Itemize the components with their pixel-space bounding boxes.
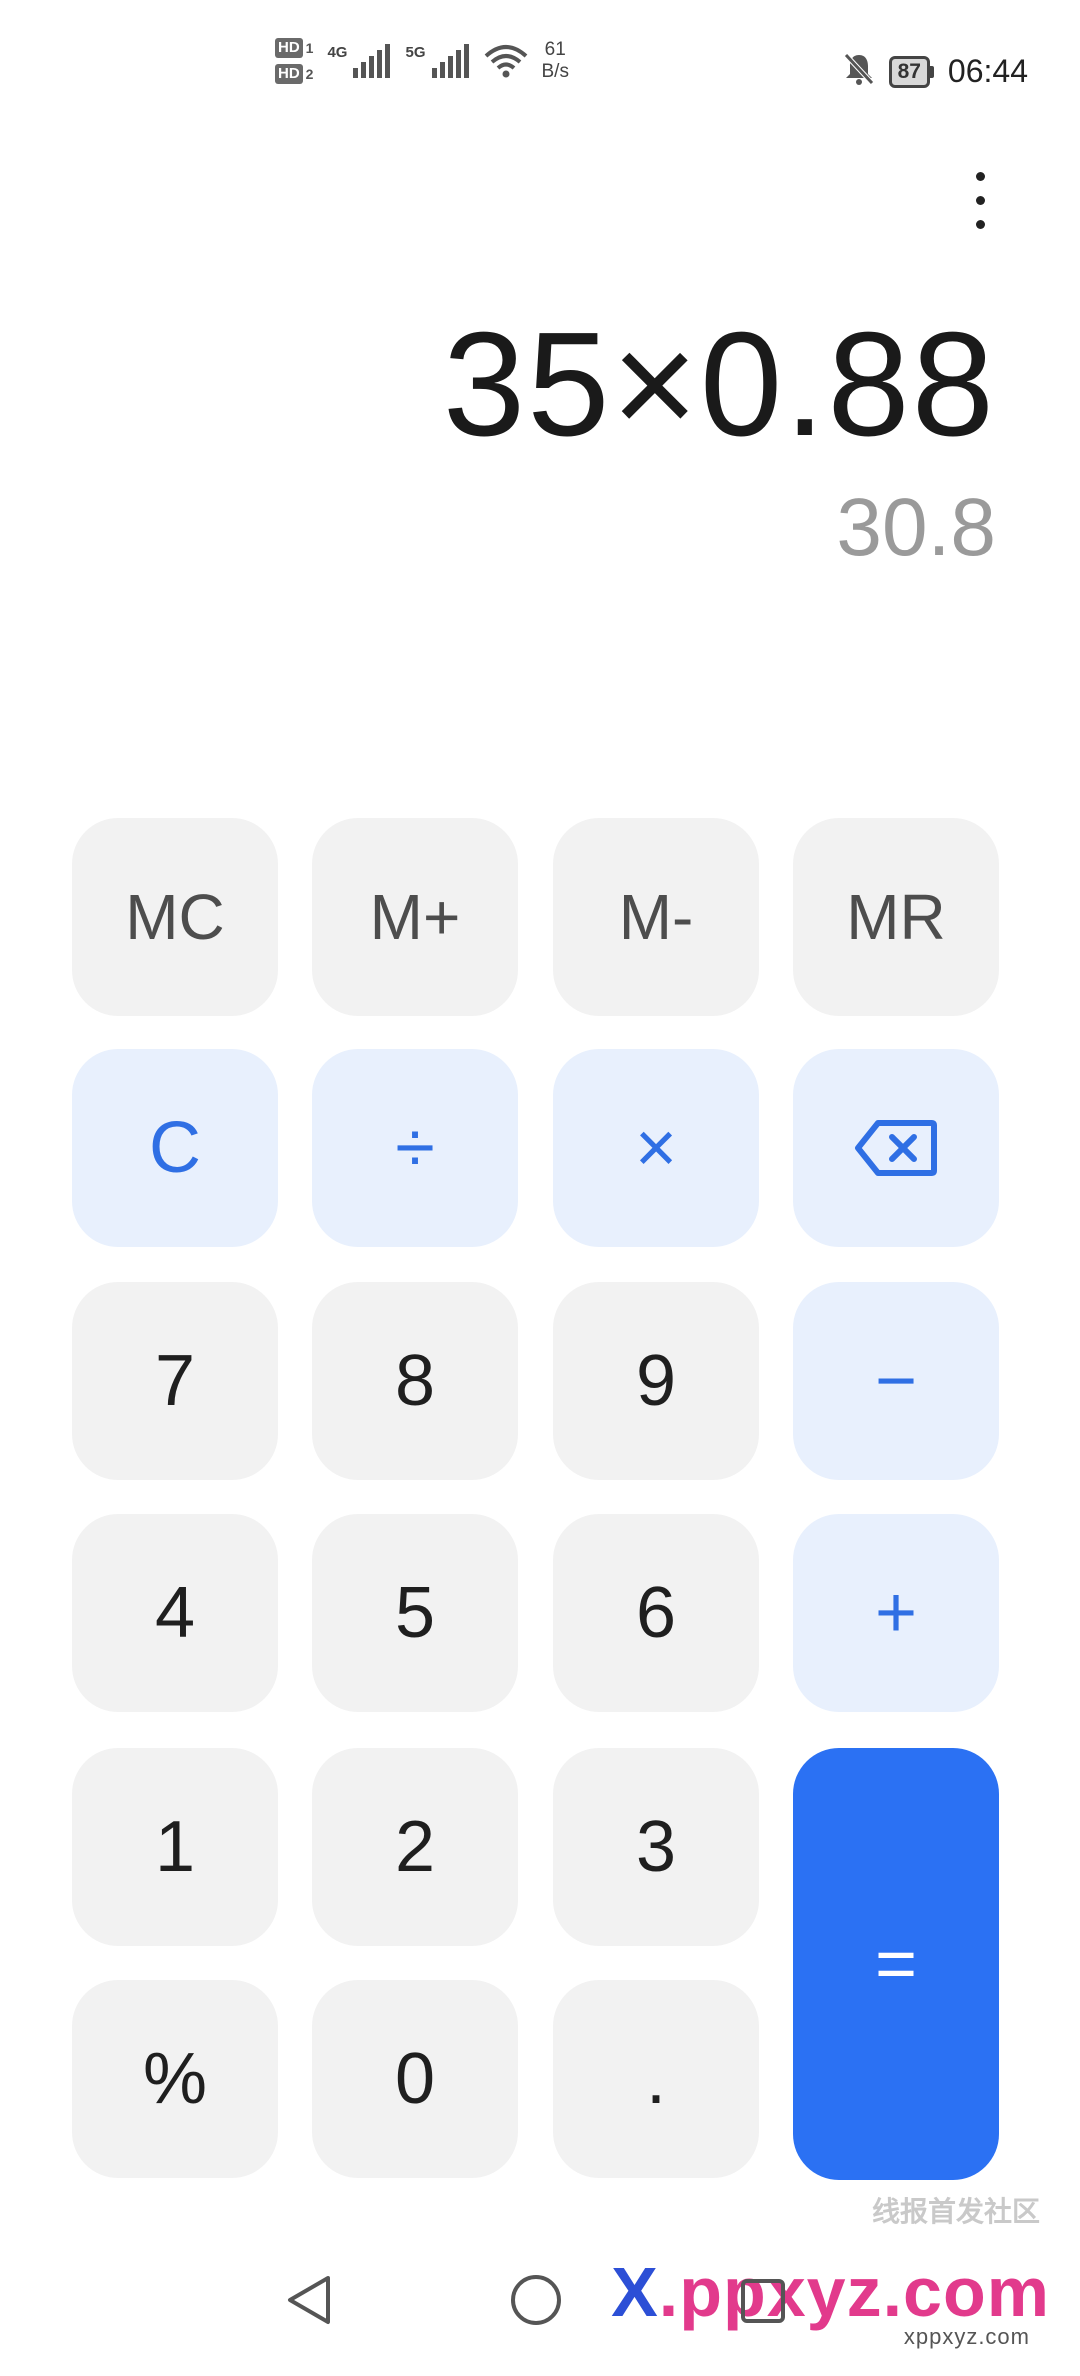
wifi-icon <box>484 44 528 78</box>
sim1-volte-badge: HD 1 <box>275 38 313 58</box>
digit-6-button[interactable]: 6 <box>553 1514 759 1712</box>
system-navigation-bar <box>0 2250 1080 2376</box>
status-time: 06:44 <box>947 53 1028 89</box>
home-icon[interactable] <box>508 2272 564 2333</box>
network-speed: 61 B/s <box>542 39 569 83</box>
network-type-2: 5G <box>405 44 426 61</box>
sim1-hd-label: HD <box>275 38 303 58</box>
recents-icon[interactable] <box>738 2276 788 2331</box>
sim2-hd-label: HD <box>275 64 303 84</box>
watermark-caption: 线报首发社区 <box>871 2196 1040 2227</box>
signal-icon <box>431 44 470 78</box>
status-bar: HD 1 HD 2 4G 5G 61 B/s 87 06:44 <box>0 0 1080 150</box>
backspace-icon <box>854 1119 938 1177</box>
network-type-1: 4G <box>327 44 348 61</box>
digit-9-button[interactable]: 9 <box>553 1282 759 1480</box>
sim2-index: 2 <box>305 66 314 82</box>
percent-button[interactable]: % <box>72 1980 278 2178</box>
more-vertical-icon-dot <box>975 195 985 205</box>
result-preview: 30.8 <box>836 482 996 573</box>
decimal-point-button[interactable]: . <box>553 1980 759 2178</box>
digit-4-button[interactable]: 4 <box>72 1514 278 1712</box>
volte-indicators: HD 1 HD 2 <box>275 38 313 84</box>
sim2-volte-badge: HD 2 <box>275 64 313 84</box>
clear-button[interactable]: C <box>72 1049 278 1247</box>
divide-button[interactable]: ÷ <box>312 1049 518 1247</box>
backspace-button[interactable] <box>793 1049 999 1247</box>
digit-5-button[interactable]: 5 <box>312 1514 518 1712</box>
memory-clear-button[interactable]: MC <box>72 818 278 1016</box>
battery-tip <box>929 65 934 78</box>
expression-display: 35×0.88 <box>442 302 996 467</box>
bell-off-icon <box>843 52 875 91</box>
digit-2-button[interactable]: 2 <box>312 1748 518 1946</box>
status-left-group: HD 1 HD 2 4G 5G 61 B/s <box>275 38 569 84</box>
multiply-button[interactable]: × <box>553 1049 759 1247</box>
more-options-button[interactable] <box>950 160 1010 240</box>
digit-7-button[interactable]: 7 <box>72 1282 278 1480</box>
speed-unit: B/s <box>541 61 569 82</box>
speed-value: 61 <box>544 39 566 60</box>
more-vertical-icon-dot <box>975 219 985 229</box>
digit-3-button[interactable]: 3 <box>553 1748 759 1946</box>
memory-subtract-button[interactable]: M- <box>553 818 759 1016</box>
digit-8-button[interactable]: 8 <box>312 1282 518 1480</box>
battery-level: 87 <box>888 55 930 88</box>
digit-1-button[interactable]: 1 <box>72 1748 278 1946</box>
memory-add-button[interactable]: M+ <box>312 818 518 1016</box>
status-right-group: 87 06:44 <box>843 52 1028 91</box>
signal-icon <box>353 44 391 78</box>
add-button[interactable]: + <box>793 1514 999 1712</box>
digit-0-button[interactable]: 0 <box>312 1980 518 2178</box>
memory-recall-button[interactable]: MR <box>793 818 999 1016</box>
subtract-button[interactable]: − <box>793 1282 999 1480</box>
more-vertical-icon <box>975 171 985 181</box>
equals-button[interactable]: = <box>793 1748 999 2180</box>
sim1-index: 1 <box>305 40 314 56</box>
battery-icon: 87 <box>888 55 934 88</box>
back-icon[interactable] <box>282 2272 334 2333</box>
